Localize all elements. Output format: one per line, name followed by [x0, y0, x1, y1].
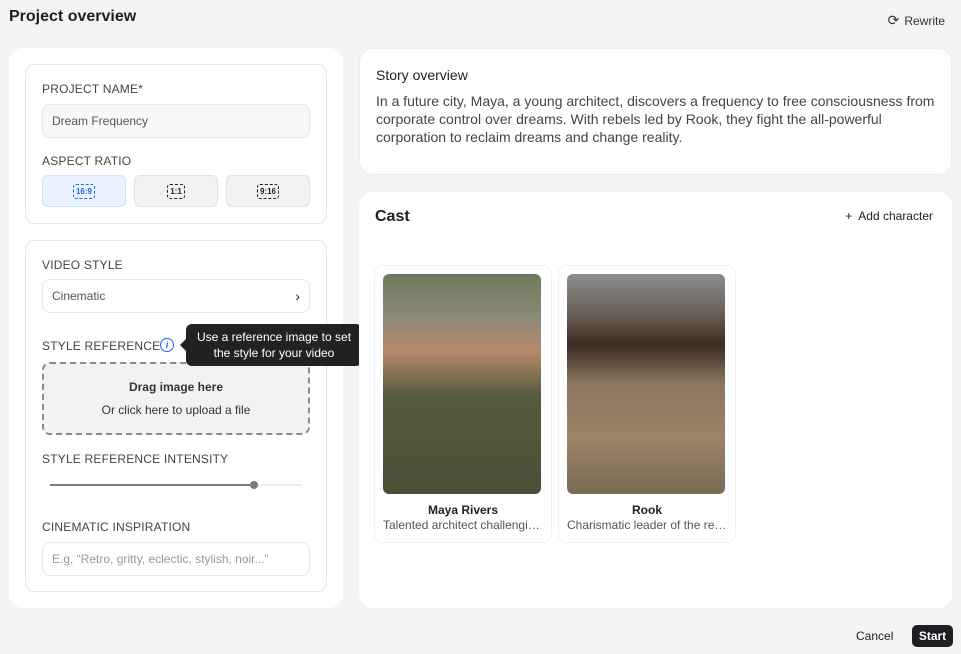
inspiration-label: CINEMATIC INSPIRATION: [42, 520, 191, 534]
aspect-16-9-button[interactable]: 16:9: [42, 175, 126, 207]
aspect-9-16-icon: 9:16: [256, 183, 279, 199]
video-style-select[interactable]: Cinematic ›: [42, 279, 310, 313]
aspect-9-16-button[interactable]: 9:16: [226, 175, 310, 207]
intensity-label: STYLE REFERENCE INTENSITY: [42, 452, 229, 466]
chevron-right-icon: ›: [295, 288, 300, 304]
style-card: VIDEO STYLE Cinematic › STYLE REFERENCE …: [25, 240, 327, 592]
story-title: Story overview: [376, 67, 468, 83]
aspect-1-1-icon: 1:1: [167, 183, 185, 199]
character-photo: [383, 274, 541, 494]
drop-subtitle: Or click here to upload a file: [101, 403, 251, 417]
cancel-button[interactable]: Cancel: [856, 629, 893, 643]
character-name: Maya Rivers: [427, 503, 499, 517]
slider-fill: [50, 484, 255, 486]
character-card[interactable]: Maya Rivers Talented architect challengi…: [375, 266, 551, 542]
rewrite-button[interactable]: ⟳ Rewrite: [888, 12, 945, 29]
video-style-label: VIDEO STYLE: [42, 258, 123, 272]
rewrite-label: Rewrite: [904, 13, 945, 28]
project-card: PROJECT NAME* Dream Frequency ASPECT RAT…: [25, 64, 327, 224]
aspect-ratio-label: ASPECT RATIO: [42, 154, 132, 168]
info-icon[interactable]: i: [160, 338, 174, 352]
character-card[interactable]: Rook Charismatic leader of the rebels: [559, 266, 735, 542]
start-button[interactable]: Start: [912, 625, 953, 647]
intensity-slider[interactable]: [50, 481, 302, 489]
story-text: In a future city, Maya, a young architec…: [376, 93, 935, 145]
aspect-16-9-icon: 16:9: [72, 183, 95, 199]
inspiration-input[interactable]: E.g, “Retro, gritty, eclectic, stylish, …: [42, 542, 310, 576]
slider-thumb[interactable]: [250, 481, 259, 489]
character-desc: Charismatic leader of the rebels: [567, 518, 727, 532]
character-photo: [567, 274, 725, 494]
project-name-input[interactable]: Dream Frequency: [42, 104, 310, 138]
add-character-button[interactable]: + Add character: [845, 209, 933, 223]
character-name: Rook: [632, 503, 662, 517]
plus-icon: +: [845, 209, 853, 223]
story-panel: Story overview In a future city, Maya, a…: [359, 48, 952, 175]
add-character-label: Add character: [858, 209, 933, 223]
tooltip: Use a reference image to set the style f…: [180, 324, 362, 366]
upload-dropzone[interactable]: Drag image here Or click here to upload …: [42, 362, 310, 435]
aspect-1-1-button[interactable]: 1:1: [134, 175, 218, 207]
character-desc: Talented architect challenging corporate…: [383, 518, 543, 532]
cast-title: Cast: [375, 208, 410, 225]
style-reference-label: STYLE REFERENCE: [42, 339, 161, 353]
refresh-icon: ⟳: [887, 12, 900, 28]
project-name-label: PROJECT NAME*: [42, 82, 144, 96]
page-title: Project overview: [9, 8, 137, 25]
drop-title: Drag image here: [128, 380, 224, 394]
video-style-value: Cinematic: [52, 289, 106, 303]
